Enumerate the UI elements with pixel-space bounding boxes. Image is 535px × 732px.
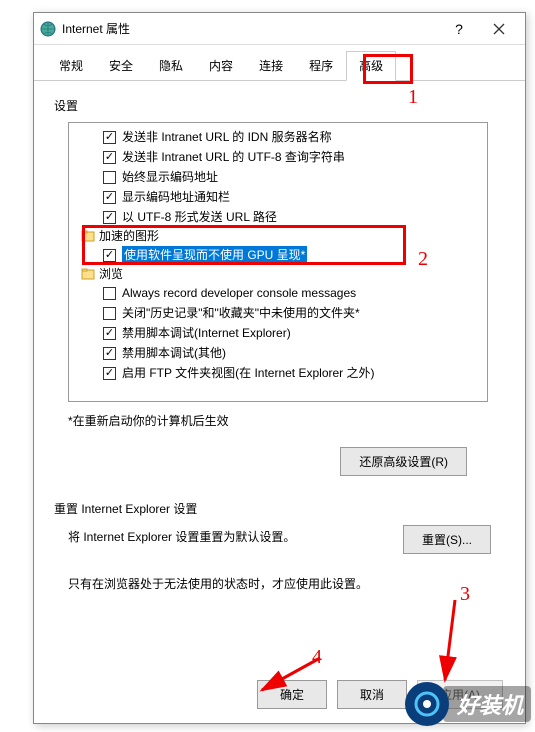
tree-item-label: 发送非 Intranet URL 的 IDN 服务器名称 (122, 128, 332, 146)
reset-section-label: 重置 Internet Explorer 设置 (54, 500, 505, 517)
tree-item-label: 启用 FTP 文件夹视图(在 Internet Explorer 之外) (122, 364, 375, 382)
checkbox[interactable] (103, 327, 116, 340)
tab-6[interactable]: 高级 (346, 51, 396, 81)
restore-defaults-button[interactable]: 还原高级设置(R) (340, 447, 467, 476)
tree-item[interactable]: 显示编码地址通知栏 (69, 187, 487, 207)
annotation-3: 3 (460, 583, 470, 606)
tree-category[interactable]: 加速的图形 (69, 227, 487, 245)
tree-item[interactable]: Always record developer console messages (69, 283, 487, 303)
settings-label: 设置 (54, 97, 505, 114)
watermark: 好装机 (405, 682, 531, 726)
checkbox[interactable] (103, 191, 116, 204)
watermark-text: 好装机 (443, 686, 531, 722)
titlebar: Internet 属性 ? (34, 13, 525, 45)
checkbox[interactable] (103, 367, 116, 380)
tree-item-label: 关闭"历史记录"和"收藏夹"中未使用的文件夹* (122, 304, 360, 322)
checkbox[interactable] (103, 171, 116, 184)
checkbox[interactable] (103, 211, 116, 224)
tree-item[interactable]: 以 UTF-8 形式发送 URL 路径 (69, 207, 487, 227)
checkbox[interactable] (103, 151, 116, 164)
tab-3[interactable]: 内容 (196, 51, 246, 80)
tree-item[interactable]: 始终显示编码地址 (69, 167, 487, 187)
close-button[interactable] (479, 15, 519, 43)
annotation-4: 4 (312, 646, 322, 669)
tab-5[interactable]: 程序 (296, 51, 346, 80)
tree-item-label: 以 UTF-8 形式发送 URL 路径 (122, 208, 277, 226)
tree-item-label: 禁用脚本调试(Internet Explorer) (122, 324, 291, 342)
checkbox[interactable] (103, 287, 116, 300)
watermark-logo-icon (405, 682, 449, 726)
tab-content: 设置 发送非 Intranet URL 的 IDN 服务器名称发送非 Intra… (34, 81, 525, 608)
reset-button[interactable]: 重置(S)... (403, 525, 491, 554)
tree-item-label: Always record developer console messages (122, 284, 356, 302)
checkbox[interactable] (103, 249, 116, 262)
globe-icon (40, 21, 56, 37)
tree-item[interactable]: 发送非 Intranet URL 的 IDN 服务器名称 (69, 127, 487, 147)
annotation-2: 2 (418, 248, 428, 271)
tab-0[interactable]: 常规 (46, 51, 96, 80)
reset-description: 将 Internet Explorer 设置重置为默认设置。 (68, 525, 403, 545)
folder-icon (81, 267, 95, 281)
annotation-1: 1 (408, 86, 418, 109)
tree-item-label: 始终显示编码地址 (122, 168, 218, 186)
tree-item[interactable]: 启用 FTP 文件夹视图(在 Internet Explorer 之外) (69, 363, 487, 383)
help-button[interactable]: ? (439, 15, 479, 43)
checkbox[interactable] (103, 347, 116, 360)
window-title: Internet 属性 (62, 20, 439, 37)
tree-item[interactable]: 禁用脚本调试(其他) (69, 343, 487, 363)
tab-4[interactable]: 连接 (246, 51, 296, 80)
tab-strip: 常规安全隐私内容连接程序高级 (34, 45, 525, 81)
tab-2[interactable]: 隐私 (146, 51, 196, 80)
tree-item-label: 使用软件呈现而不使用 GPU 呈现* (122, 246, 307, 264)
tab-1[interactable]: 安全 (96, 51, 146, 80)
tree-item[interactable]: 禁用脚本调试(Internet Explorer) (69, 323, 487, 343)
tree-item[interactable]: 关闭"历史记录"和"收藏夹"中未使用的文件夹* (69, 303, 487, 323)
tree-item-label: 禁用脚本调试(其他) (122, 344, 226, 362)
folder-icon (81, 229, 95, 243)
checkbox[interactable] (103, 131, 116, 144)
tree-item[interactable]: 发送非 Intranet URL 的 UTF-8 查询字符串 (69, 147, 487, 167)
reset-warning: 只有在浏览器处于无法使用的状态时，才应使用此设置。 (68, 572, 491, 592)
tree-item-label: 显示编码地址通知栏 (122, 188, 230, 206)
checkbox[interactable] (103, 307, 116, 320)
restart-note: *在重新启动你的计算机后生效 (68, 412, 505, 429)
tree-item-label: 发送非 Intranet URL 的 UTF-8 查询字符串 (122, 148, 345, 166)
tree-category-label: 加速的图形 (99, 227, 159, 245)
tree-category-label: 浏览 (99, 265, 123, 283)
